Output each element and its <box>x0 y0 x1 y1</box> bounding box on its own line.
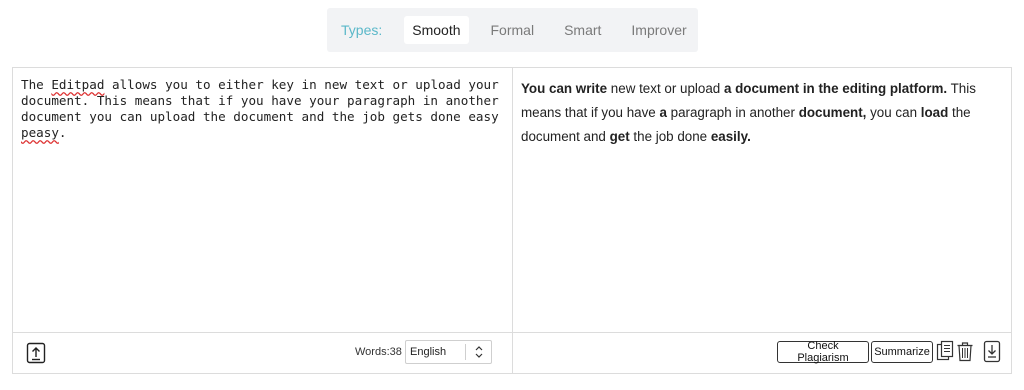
output-bold-segment: a document in the editing platform. <box>723 81 948 96</box>
download-icon[interactable] <box>983 340 1001 369</box>
copy-icon[interactable] <box>936 340 954 369</box>
input-textarea[interactable]: The Editpad allows you to either key in … <box>21 77 501 141</box>
output-pane: You can write new text or upload a docum… <box>513 68 1011 373</box>
tab-formal[interactable]: Formal <box>483 16 543 44</box>
trash-icon[interactable] <box>956 340 974 369</box>
spelling-flagged-word: peasy <box>21 125 59 140</box>
types-bar: Types: Smooth Formal Smart Improver <box>327 8 698 52</box>
output-text-segment: the job done <box>629 129 711 144</box>
output-bold-segment: a <box>659 105 667 120</box>
word-count: Words:38 <box>355 346 402 358</box>
tab-smart[interactable]: Smart <box>556 16 609 44</box>
output-text-segment: paragraph in another <box>666 105 799 120</box>
check-plagiarism-button[interactable]: Check Plagiarism <box>777 340 869 364</box>
editor-container: The Editpad allows you to either key in … <box>12 67 1012 374</box>
output-bold-segment: You can write <box>521 81 608 96</box>
input-text-segment: . <box>58 125 67 140</box>
output-bold-segment: document, <box>798 105 867 120</box>
upload-icon[interactable] <box>26 342 46 364</box>
output-footer: Check Plagiarism Summarize <box>513 332 1011 373</box>
summarize-button[interactable]: Summarize <box>871 341 933 363</box>
tab-improver[interactable]: Improver <box>623 16 694 44</box>
output-text-segment: you can <box>866 105 921 120</box>
language-value: English <box>410 346 447 358</box>
input-pane: The Editpad allows you to either key in … <box>13 68 513 373</box>
output-bold-segment: easily. <box>710 129 751 144</box>
output-bold-segment: load <box>920 105 949 120</box>
output-text-segment: new text or upload <box>607 81 724 96</box>
types-label: Types: <box>341 22 383 38</box>
spelling-flagged-word: Editpad <box>51 77 105 92</box>
input-text-segment: The <box>21 77 52 92</box>
chevron-updown-icon <box>466 345 491 359</box>
tab-smooth[interactable]: Smooth <box>404 16 469 44</box>
output-text: You can write new text or upload a docum… <box>521 77 1001 149</box>
language-select[interactable]: English <box>405 340 492 364</box>
output-bold-segment: get <box>609 129 630 144</box>
input-footer: Words:38 English <box>13 332 512 373</box>
